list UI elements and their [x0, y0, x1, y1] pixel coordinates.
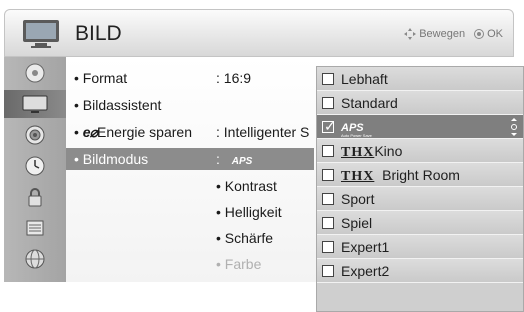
checkbox: [322, 97, 334, 109]
up-down-ok-icon: [511, 118, 517, 136]
menu-item-format-value: : 16:9: [216, 70, 252, 86]
dropdown-option-aps[interactable]: ✓ APS Auto Power Save: [317, 115, 523, 139]
option-label: Expert2: [341, 263, 390, 279]
thx-cinema-label: THXKino: [341, 143, 402, 161]
submenu-item-brightness[interactable]: • Helligkeit: [216, 204, 282, 220]
sidebar-item-time[interactable]: [4, 152, 66, 180]
checkbox: [322, 193, 334, 205]
option-label: Sport: [341, 191, 375, 207]
aps-subtext: Auto Power Save: [341, 133, 372, 138]
clock-icon: [25, 156, 45, 176]
dropdown-option-expert1[interactable]: Expert1: [317, 235, 523, 259]
checkbox: [322, 265, 334, 277]
tv-picture-icon: [22, 95, 48, 113]
menu-item-picture-mode-label: • Bildmodus: [74, 151, 149, 167]
hint-ok-label: OK: [487, 28, 503, 40]
picture-menu-osd: BILD Bewegen OK • Format: 16:9 • Bildas…: [0, 0, 524, 312]
tv-picture-icon: [23, 20, 59, 48]
checkbox: [322, 217, 334, 229]
dropdown-option-expert2[interactable]: Expert2: [317, 259, 523, 283]
dropdown-option-sport[interactable]: Sport: [317, 187, 523, 211]
submenu-item-contrast[interactable]: • Kontrast: [216, 178, 277, 194]
energy-label-text: Energie sparen: [97, 124, 192, 140]
navigation-hint: Bewegen OK: [404, 28, 503, 40]
energy-prefix-text: e: [82, 124, 91, 140]
aps-logo: APS: [231, 156, 253, 167]
thx-logo: THX: [341, 169, 375, 184]
dropdown-option-thx-bright-room[interactable]: THX Bright Room: [317, 163, 523, 187]
menu-item-format[interactable]: • Format : 16:9: [66, 67, 314, 89]
ok-button-icon: [474, 29, 485, 39]
dropdown-option-lebhaft[interactable]: Lebhaft: [317, 67, 523, 91]
energy-eco-icon: e⌀: [82, 124, 98, 140]
four-way-arrow-icon: [404, 28, 417, 40]
checkbox-checked: ✓: [322, 118, 336, 134]
dropdown-option-standard[interactable]: Standard: [317, 91, 523, 115]
checkbox: [322, 169, 334, 181]
submenu-item-color: • Farbe: [216, 256, 262, 272]
thx-bright-room-label: THX Bright Room: [341, 167, 460, 185]
speaker-icon: [25, 125, 45, 145]
menu-item-energy-label: • e⌀Energie sparen: [74, 124, 192, 140]
menu-item-picture-mode[interactable]: • Bildmodus : APS: [66, 148, 314, 170]
mode-label-text: Bildmodus: [82, 151, 149, 167]
option-label: Lebhaft: [341, 71, 388, 87]
sidebar-item-options[interactable]: [4, 214, 66, 242]
hint-move-label: Bewegen: [419, 28, 466, 40]
option-label: Spiel: [341, 215, 373, 231]
picture-mode-dropdown: Lebhaft Standard ✓ APS Auto Power Save T…: [316, 66, 524, 312]
checkbox: [322, 145, 334, 157]
option-label: Standard: [341, 95, 398, 111]
dropdown-option-spiel[interactable]: Spiel: [317, 211, 523, 235]
sidebar-item-audio[interactable]: [4, 121, 66, 149]
sidebar-item-picture[interactable]: [4, 90, 66, 118]
menu-item-energy-value: : Intelligenter S: [216, 124, 310, 140]
network-icon: [25, 249, 45, 269]
assistant-label-text: Bildassistent: [82, 97, 162, 113]
submenu-item-sharpness[interactable]: • Schärfe: [216, 230, 273, 246]
page-title: BILD: [75, 22, 122, 45]
lock-icon: [28, 188, 42, 207]
checkbox: [322, 73, 334, 85]
sidebar-item-channels[interactable]: [4, 59, 66, 87]
sidebar-item-lock[interactable]: [4, 183, 66, 211]
menu-header: BILD Bewegen OK: [4, 9, 514, 57]
satellite-dish-icon: [25, 63, 45, 83]
format-label-text: Format: [82, 70, 128, 86]
option-label: Expert1: [341, 239, 390, 255]
option-label: Bright Room: [382, 167, 460, 183]
menu-item-format-label: • Format: [74, 70, 128, 86]
option-label: Kino: [374, 143, 403, 159]
category-sidebar: [4, 57, 66, 282]
options-icon: [26, 220, 44, 236]
menu-item-picture-wizard-label: • Bildassistent: [74, 97, 162, 113]
mode-colon: :: [216, 151, 220, 167]
menu-item-picture-wizard[interactable]: • Bildassistent: [66, 94, 314, 116]
checkmark-icon: ✓: [324, 118, 336, 134]
menu-item-picture-mode-value: : APS: [216, 151, 252, 167]
checkbox: [322, 241, 334, 253]
menu-item-energy-saving[interactable]: • e⌀Energie sparen : Intelligenter S: [66, 121, 314, 143]
sidebar-item-network[interactable]: [4, 245, 66, 273]
aps-option-logo: APS Auto Power Save: [341, 118, 372, 138]
thx-logo: THX: [341, 145, 375, 160]
dropdown-option-thx-cinema[interactable]: THXKino: [317, 139, 523, 163]
